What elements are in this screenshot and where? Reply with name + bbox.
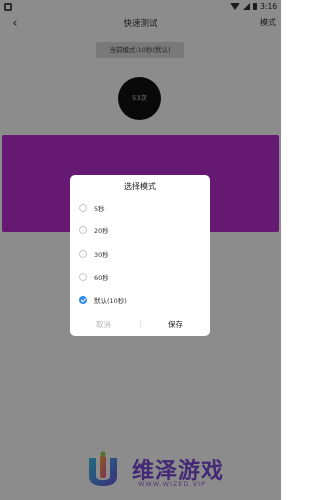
button-divider [140, 321, 141, 328]
radio-checked-icon[interactable] [79, 296, 87, 304]
cancel-button[interactable]: 取消 [96, 319, 111, 330]
option-label: 5秒 [94, 205, 105, 213]
option-label: 60秒 [94, 274, 109, 282]
option-label: 默认(10秒) [94, 297, 127, 305]
option-default-10s[interactable]: 默认(10秒) [79, 293, 127, 307]
option-20s[interactable]: 20秒 [79, 223, 109, 237]
radio-icon[interactable] [79, 226, 87, 234]
radio-icon[interactable] [79, 250, 87, 258]
option-30s[interactable]: 30秒 [79, 247, 109, 261]
mode-select-dialog: 选择模式 5秒 20秒 30秒 60秒 默认(10秒) 取消 保存 [70, 175, 210, 336]
option-label: 20秒 [94, 227, 109, 235]
option-label: 30秒 [94, 251, 109, 259]
radio-icon[interactable] [79, 273, 87, 281]
option-60s[interactable]: 60秒 [79, 270, 109, 284]
dialog-title: 选择模式 [124, 182, 156, 191]
page: 3:16 ‹ 快速测试 模式 当前模式:10秒(默认) 53次 维泽游戏 WWW… [0, 0, 281, 500]
radio-icon[interactable] [79, 204, 87, 212]
dialog-actions: 取消 保存 [70, 317, 210, 331]
option-5s[interactable]: 5秒 [79, 201, 105, 215]
save-button[interactable]: 保存 [168, 319, 183, 330]
